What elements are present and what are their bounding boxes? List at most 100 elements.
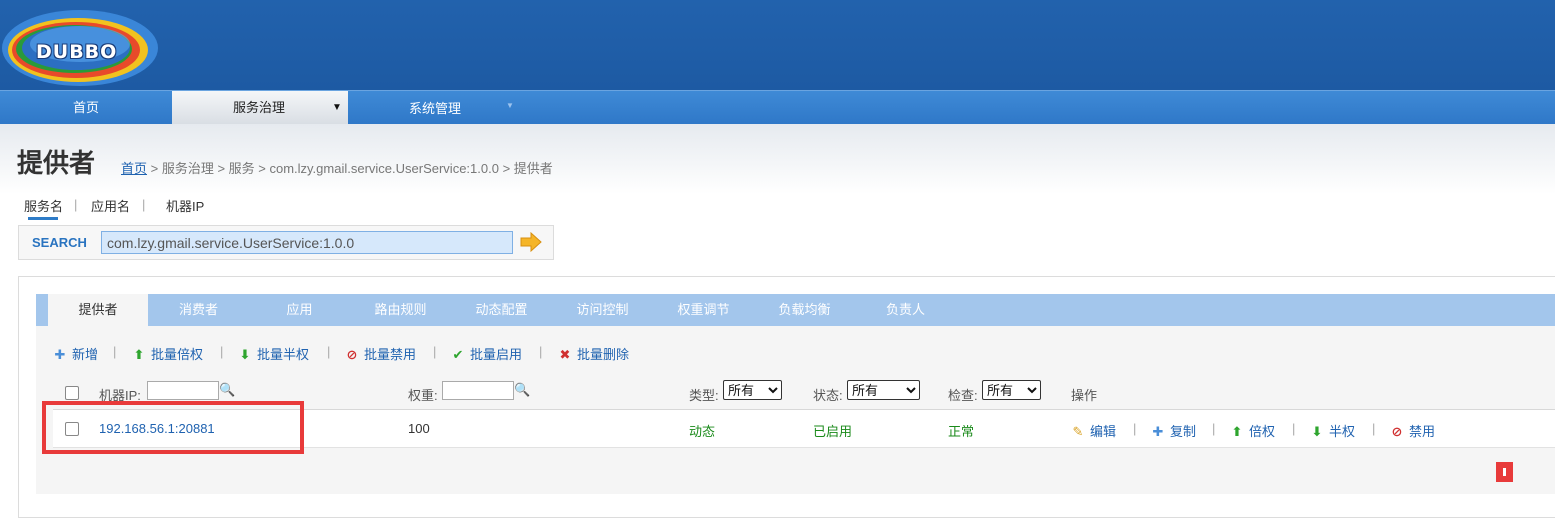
provider-status: 已启用	[813, 424, 853, 439]
action-separator: |	[1212, 421, 1216, 436]
service-tabs: 提供者 消费者 应用 路由规则 动态配置 访问控制 权重调节 负载均衡 负责人	[36, 294, 1555, 326]
batch-half-weight-button[interactable]: ⬇ 批量半权	[238, 344, 309, 363]
tab-providers[interactable]: 提供者	[48, 294, 148, 326]
button-label: 批量禁用	[364, 347, 417, 362]
operations-header: 操作	[1071, 388, 1098, 403]
provider-check: 正常	[948, 424, 975, 439]
tab-routing-rules[interactable]: 路由规则	[350, 294, 451, 326]
edit-icon: ✎	[1072, 424, 1084, 439]
button-label: 批量半权	[257, 347, 310, 362]
check-header: 检查:	[948, 388, 978, 403]
tab-load-balance[interactable]: 负载均衡	[754, 294, 855, 326]
tab-owners[interactable]: 负责人	[855, 294, 956, 326]
tab-access-control[interactable]: 访问控制	[552, 294, 653, 326]
annotation-marker	[1496, 462, 1513, 482]
nav-item-label: 首页	[72, 100, 99, 115]
nav-item-service-governance[interactable]: 服务治理 ▼	[172, 91, 348, 124]
type-header: 类型:	[689, 388, 719, 403]
nav-item-label: 服务治理	[233, 100, 286, 115]
main-nav: 首页 服务治理 ▼ 系统管理 ▼	[0, 90, 1555, 124]
toolbar-separator: |	[220, 344, 224, 359]
search-tab-machine-ip[interactable]: 机器IP	[166, 196, 204, 215]
tab-separator: |	[142, 197, 146, 212]
action-separator: |	[1133, 421, 1137, 436]
batch-enable-button[interactable]: ✔ 批量启用	[451, 344, 522, 363]
table-header: 机器IP: 🔍 权重: 🔍 类型: 所有 状态: 所有 检查: 所有 操作	[53, 376, 1555, 410]
tab-dynamic-config[interactable]: 动态配置	[451, 294, 552, 326]
plus-icon: ✚	[54, 347, 66, 362]
check-icon: ✔	[452, 347, 464, 362]
tab-weight-adjust[interactable]: 权重调节	[653, 294, 754, 326]
tab-separator: |	[74, 197, 78, 212]
dubbo-logo[interactable]: DUBBO	[0, 4, 158, 88]
status-filter-select[interactable]: 所有	[847, 380, 920, 400]
button-label: 批量删除	[577, 347, 630, 362]
select-all-checkbox[interactable]	[65, 386, 79, 400]
arrow-down-icon: ⬇	[1311, 424, 1323, 439]
copy-button[interactable]: ✚ 复制	[1151, 421, 1196, 440]
arrow-right-icon[interactable]	[519, 232, 543, 252]
app-header: DUBBO	[0, 0, 1555, 90]
logo-text: DUBBO	[36, 41, 118, 63]
arrow-up-icon: ⬆	[1231, 424, 1243, 439]
check-filter-select[interactable]: 所有	[982, 380, 1041, 400]
search-input[interactable]	[101, 231, 513, 254]
type-filter-select[interactable]: 所有	[723, 380, 782, 400]
disable-button[interactable]: ⊘ 禁用	[1390, 421, 1435, 440]
action-label: 编辑	[1090, 424, 1117, 439]
plus-icon: ✚	[1152, 424, 1164, 439]
search-tab-app-name[interactable]: 应用名	[91, 196, 130, 215]
edit-button[interactable]: ✎ 编辑	[1071, 421, 1116, 440]
arrow-down-icon: ⬇	[239, 347, 251, 362]
tab-applications[interactable]: 应用	[249, 294, 350, 326]
search-icon[interactable]: 🔍	[514, 382, 530, 398]
status-header: 状态:	[813, 388, 843, 403]
nav-item-home[interactable]: 首页	[0, 91, 172, 124]
button-label: 批量倍权	[151, 347, 204, 362]
double-weight-button[interactable]: ⬆ 倍权	[1230, 421, 1275, 440]
nav-item-system-management[interactable]: 系统管理 ▼	[348, 91, 526, 124]
breadcrumb-home-link[interactable]: 首页	[121, 161, 147, 176]
breadcrumb: 首页 > 服务治理 > 服务 > com.lzy.gmail.service.U…	[121, 158, 553, 177]
ip-header: 机器IP:	[99, 388, 141, 403]
action-label: 禁用	[1409, 424, 1436, 439]
chevron-down-icon: ▼	[506, 101, 514, 110]
batch-double-weight-button[interactable]: ⬆ 批量倍权	[132, 344, 203, 363]
batch-disable-button[interactable]: ⊘ 批量禁用	[345, 344, 416, 363]
half-weight-button[interactable]: ⬇ 半权	[1310, 421, 1355, 440]
delete-icon: ✖	[559, 347, 571, 362]
active-tab-indicator	[28, 217, 58, 220]
action-label: 复制	[1170, 424, 1197, 439]
add-button[interactable]: ✚ 新增	[53, 344, 98, 363]
action-separator: |	[1292, 421, 1296, 436]
provider-type: 动态	[689, 424, 716, 439]
search-icon[interactable]: 🔍	[219, 382, 235, 398]
button-label: 批量启用	[470, 347, 523, 362]
search-box: SEARCH	[18, 225, 554, 260]
row-checkbox[interactable]	[65, 422, 79, 436]
ban-icon: ⊘	[346, 347, 358, 362]
provider-weight: 100	[408, 421, 430, 436]
nav-item-label: 系统管理	[409, 101, 462, 116]
toolbar-separator: |	[539, 344, 543, 359]
content-panel: 提供者 消费者 应用 路由规则 动态配置 访问控制 权重调节 负载均衡 负责人 …	[18, 276, 1555, 518]
button-label: 新增	[72, 347, 99, 362]
provider-ip-link[interactable]: 192.168.56.1:20881	[99, 421, 215, 436]
table-row: 192.168.56.1:20881 100 动态 已启用 正常 ✎ 编辑 | ✚…	[53, 410, 1555, 448]
chevron-down-icon: ▼	[332, 102, 342, 113]
toolbar-separator: |	[327, 344, 331, 359]
action-separator: |	[1372, 421, 1376, 436]
action-label: 半权	[1329, 424, 1356, 439]
provider-panel: 提供者 消费者 应用 路由规则 动态配置 访问控制 权重调节 负载均衡 负责人 …	[36, 294, 1555, 494]
toolbar-separator: |	[433, 344, 437, 359]
weight-filter-input[interactable]	[442, 381, 514, 400]
ip-filter-input[interactable]	[147, 381, 219, 400]
toolbar-separator: |	[113, 344, 117, 359]
arrow-up-icon: ⬆	[133, 347, 145, 362]
batch-delete-button[interactable]: ✖ 批量删除	[558, 344, 629, 363]
weight-header: 权重:	[408, 388, 438, 403]
search-label: SEARCH	[32, 235, 87, 250]
search-tab-service-name[interactable]: 服务名	[24, 196, 63, 215]
ban-icon: ⊘	[1391, 424, 1403, 439]
tab-consumers[interactable]: 消费者	[148, 294, 249, 326]
